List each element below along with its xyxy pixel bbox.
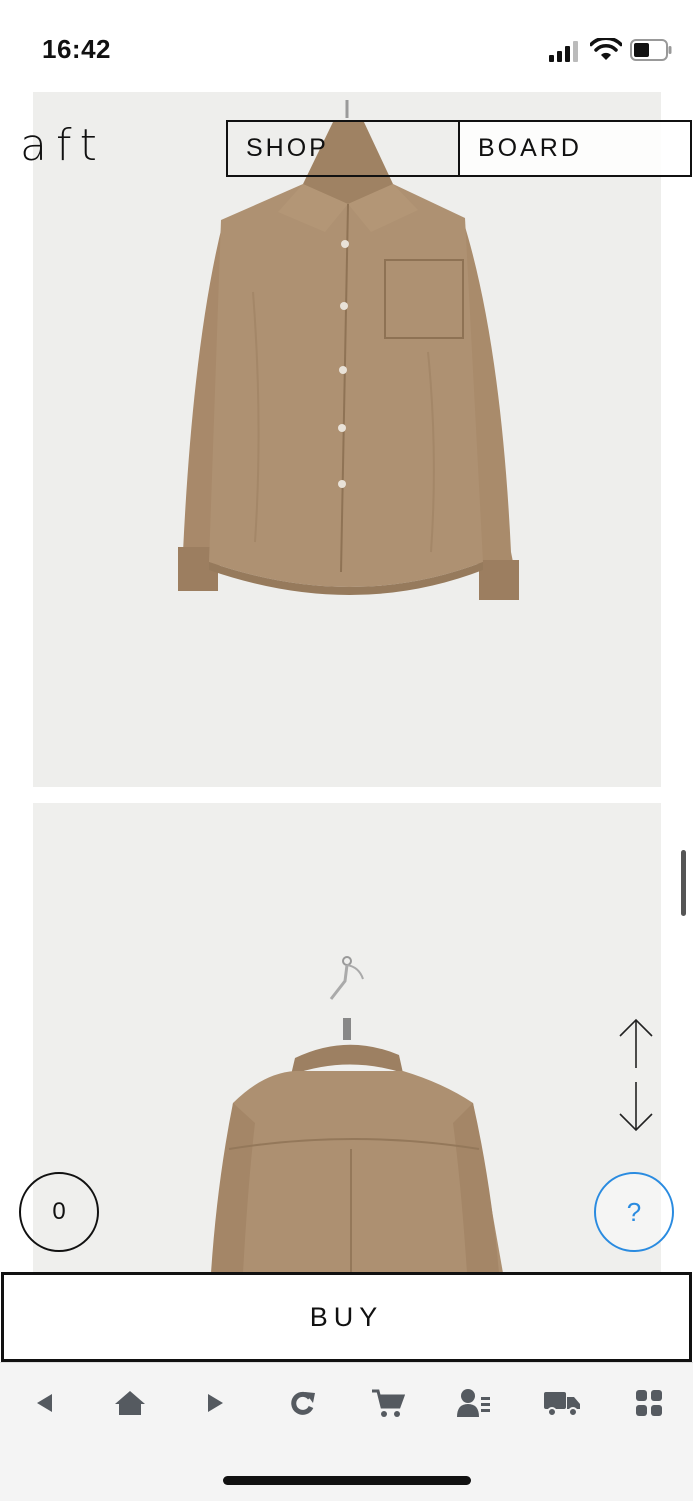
arrow-up-icon[interactable]: [616, 1016, 656, 1070]
shirt-front-illustration: [33, 92, 661, 787]
battery-icon: [630, 39, 672, 61]
menu-grid-icon[interactable]: [627, 1385, 671, 1421]
status-time: 16:42: [42, 34, 111, 64]
cart-count-button[interactable]: 0: [19, 1172, 99, 1252]
home-icon[interactable]: [108, 1385, 152, 1421]
arrow-down-icon[interactable]: [616, 1080, 656, 1134]
product-image-back[interactable]: [33, 803, 661, 1273]
nav-board-button[interactable]: BOARD: [458, 120, 692, 177]
scrollbar-thumb[interactable]: [681, 850, 686, 916]
refresh-icon[interactable]: [280, 1385, 324, 1421]
help-button[interactable]: ?: [594, 1172, 674, 1252]
delivery-icon[interactable]: [540, 1385, 584, 1421]
back-icon[interactable]: [22, 1385, 66, 1421]
product-image-front[interactable]: [33, 92, 661, 787]
my-page-icon[interactable]: [452, 1385, 496, 1421]
status-bar: 16:42: [0, 0, 693, 95]
brand-logo[interactable]: aft: [20, 120, 106, 171]
home-indicator[interactable]: [223, 1476, 471, 1485]
buy-button[interactable]: BUY: [1, 1272, 692, 1362]
forward-icon[interactable]: [194, 1385, 238, 1421]
cart-icon[interactable]: [366, 1385, 410, 1421]
nav-shop-button[interactable]: SHOP: [226, 120, 460, 177]
shirt-back-illustration: [33, 803, 661, 1273]
cellular-signal-icon: [549, 41, 578, 62]
wifi-icon: [590, 38, 622, 60]
